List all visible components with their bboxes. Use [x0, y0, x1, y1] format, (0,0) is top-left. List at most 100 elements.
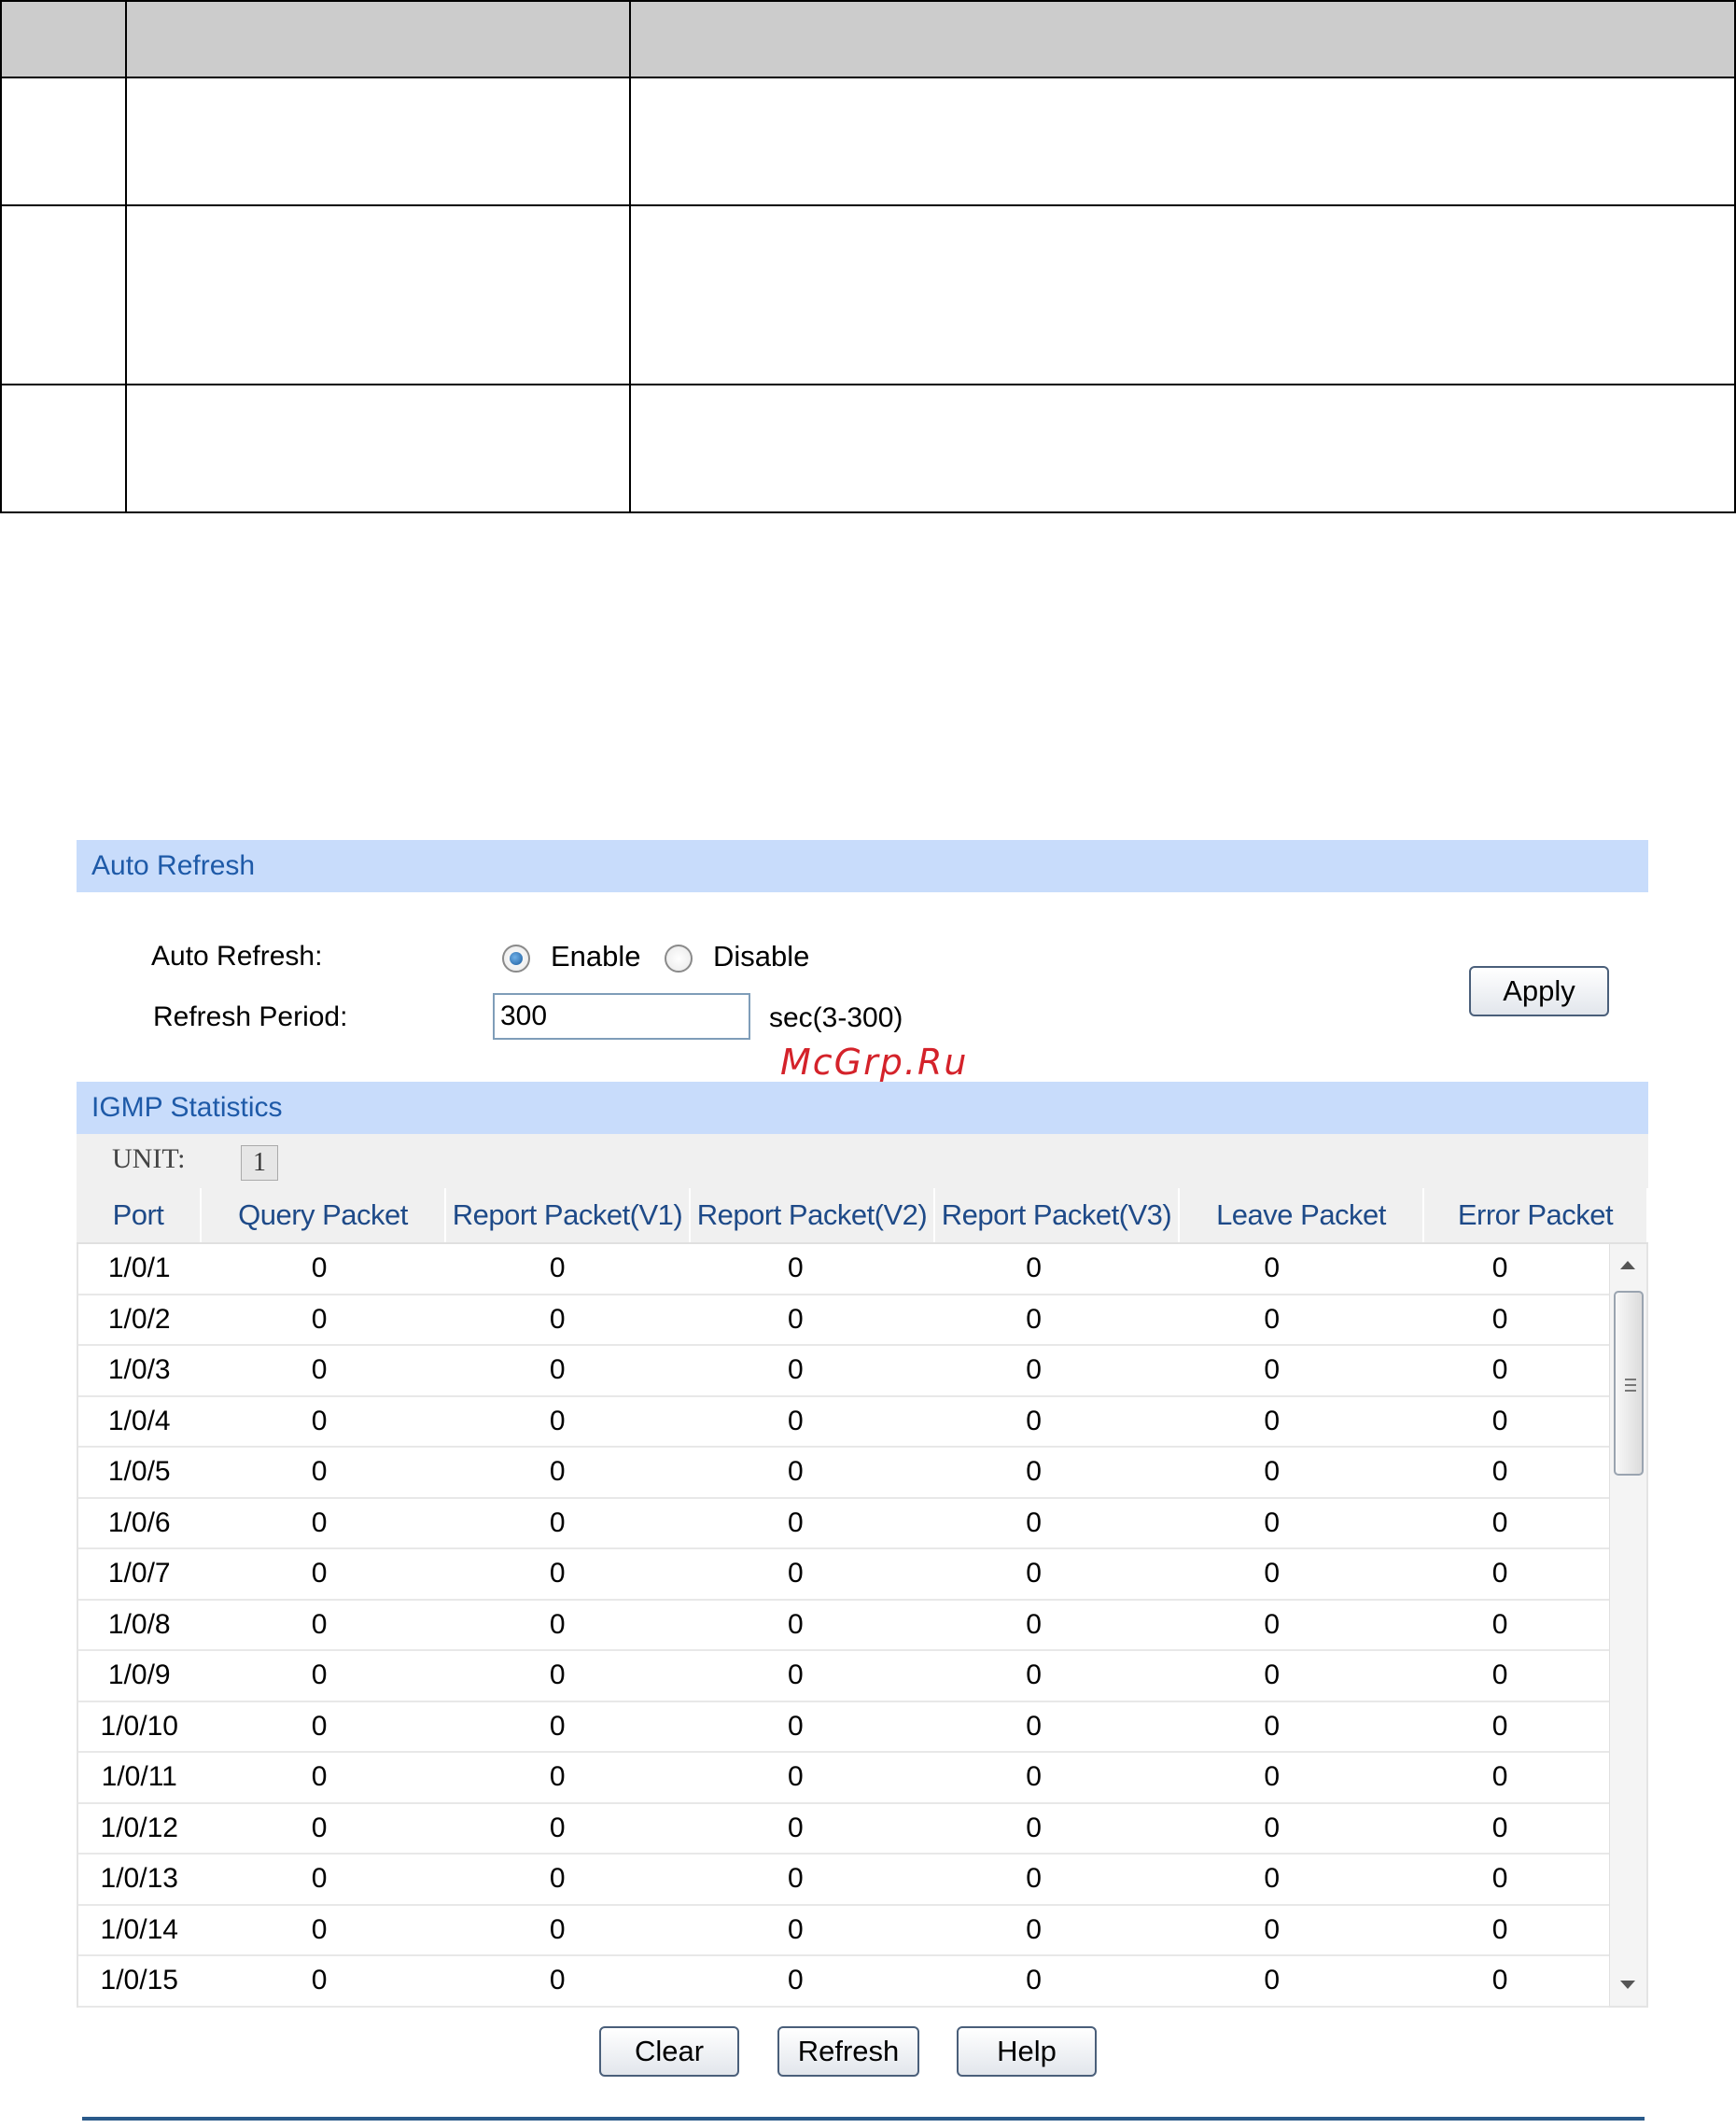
document-table-row — [0, 384, 1736, 513]
refresh-period-label: Refresh Period: — [153, 1001, 348, 1032]
scrollbar-thumb[interactable] — [1614, 1291, 1644, 1476]
count-cell: 0 — [788, 1812, 804, 1843]
table-scrollbar[interactable] — [1609, 1244, 1646, 2006]
table-row: 1/0/3 0 0 0 0 0 0 — [78, 1346, 1609, 1397]
count-cell: 0 — [1026, 1812, 1042, 1843]
count-cell: 0 — [311, 1965, 328, 1996]
count-cell: 0 — [788, 1710, 804, 1742]
document-table — [0, 0, 1736, 513]
count-cell: 0 — [1491, 1303, 1508, 1335]
count-cell: 0 — [1264, 1812, 1281, 1843]
count-cell: 0 — [1264, 1354, 1281, 1386]
count-cell: 0 — [1026, 1965, 1042, 1996]
count-cell: 0 — [549, 1303, 566, 1335]
refresh-period-input[interactable] — [493, 993, 750, 1040]
count-cell: 0 — [1264, 1913, 1281, 1945]
table-row: 1/0/8 0 0 0 0 0 0 — [78, 1601, 1609, 1651]
refresh-period-hint: sec(3-300) — [769, 1002, 903, 1033]
refresh-button[interactable]: Refresh — [777, 2026, 919, 2077]
count-cell: 0 — [311, 1253, 328, 1284]
column-header: Query Packet — [202, 1188, 446, 1242]
watermark: McGrp.Ru — [780, 1042, 969, 1083]
document-table-row — [0, 204, 1736, 385]
statistics-table-body: 1/0/1 0 0 0 0 0 0 1/0/2 0 0 0 0 0 0 1/0/3 0 0 0 0 0 0 1/0/4 0 0… — [77, 1244, 1648, 2008]
count-cell: 0 — [311, 1812, 328, 1843]
unit-1-button[interactable]: 1 — [241, 1145, 278, 1181]
port-cell: 1/0/8 — [107, 1608, 171, 1640]
port-cell: 1/0/13 — [100, 1863, 178, 1895]
column-header: Report Packet(V3) — [935, 1188, 1180, 1242]
count-cell: 0 — [1026, 1913, 1042, 1945]
clear-button[interactable]: Clear — [599, 2026, 739, 2077]
grip-icon — [1625, 1379, 1636, 1392]
igmp-statistics-section-title: IGMP Statistics — [77, 1082, 1648, 1134]
unit-selector-row: UNIT: 1 — [77, 1134, 1648, 1188]
port-cell: 1/0/2 — [107, 1303, 171, 1335]
count-cell: 0 — [1491, 1456, 1508, 1488]
port-cell: 1/0/1 — [107, 1253, 171, 1284]
table-row: 1/0/14 0 0 0 0 0 0 — [78, 1906, 1609, 1956]
disable-radio-label: Disable — [713, 940, 810, 973]
count-cell: 0 — [1491, 1965, 1508, 1996]
count-cell: 0 — [1026, 1761, 1042, 1793]
count-cell: 0 — [311, 1659, 328, 1691]
count-cell: 0 — [788, 1608, 804, 1640]
count-cell: 0 — [1264, 1506, 1281, 1538]
count-cell: 0 — [788, 1354, 804, 1386]
help-button[interactable]: Help — [957, 2026, 1097, 2077]
count-cell: 0 — [1026, 1506, 1042, 1538]
document-table-row — [0, 77, 1736, 206]
count-cell: 0 — [1491, 1354, 1508, 1386]
count-cell: 0 — [549, 1812, 566, 1843]
port-cell: 1/0/5 — [107, 1456, 171, 1488]
count-cell: 0 — [788, 1253, 804, 1284]
count-cell: 0 — [1264, 1761, 1281, 1793]
enable-radio[interactable] — [502, 945, 530, 973]
table-row: 1/0/9 0 0 0 0 0 0 — [78, 1651, 1609, 1702]
table-row: 1/0/13 0 0 0 0 0 0 — [78, 1855, 1609, 1906]
table-row: 1/0/4 0 0 0 0 0 0 — [78, 1397, 1609, 1448]
count-cell: 0 — [549, 1405, 566, 1436]
count-cell: 0 — [311, 1710, 328, 1742]
count-cell: 0 — [1491, 1608, 1508, 1640]
port-cell: 1/0/10 — [100, 1710, 178, 1742]
count-cell: 0 — [549, 1913, 566, 1945]
count-cell: 0 — [1491, 1253, 1508, 1284]
count-cell: 0 — [1026, 1558, 1042, 1589]
count-cell: 0 — [1026, 1659, 1042, 1691]
table-row: 1/0/5 0 0 0 0 0 0 — [78, 1448, 1609, 1499]
count-cell: 0 — [311, 1608, 328, 1640]
table-row: 1/0/2 0 0 0 0 0 0 — [78, 1295, 1609, 1346]
page-divider — [82, 2117, 1645, 2121]
count-cell: 0 — [1491, 1913, 1508, 1945]
auto-refresh-label: Auto Refresh: — [151, 941, 323, 972]
scroll-up-arrow-icon[interactable] — [1620, 1261, 1635, 1269]
count-cell: 0 — [1264, 1965, 1281, 1996]
disable-radio[interactable] — [665, 945, 693, 973]
count-cell: 0 — [1026, 1456, 1042, 1488]
count-cell: 0 — [788, 1863, 804, 1895]
column-header: Leave Packet — [1180, 1188, 1424, 1242]
document-table-header-row — [0, 0, 1736, 78]
apply-button[interactable]: Apply — [1469, 966, 1609, 1016]
count-cell: 0 — [1264, 1558, 1281, 1589]
unit-label: UNIT: — [112, 1143, 186, 1174]
count-cell: 0 — [549, 1965, 566, 1996]
port-cell: 1/0/7 — [107, 1558, 171, 1589]
count-cell: 0 — [1491, 1659, 1508, 1691]
count-cell: 0 — [1264, 1405, 1281, 1436]
count-cell: 0 — [1026, 1608, 1042, 1640]
count-cell: 0 — [311, 1913, 328, 1945]
auto-refresh-section-title: Auto Refresh — [77, 840, 1648, 892]
port-cell: 1/0/4 — [107, 1405, 171, 1436]
table-row: 1/0/15 0 0 0 0 0 0 — [78, 1956, 1609, 2008]
scroll-down-arrow-icon[interactable] — [1620, 1981, 1635, 1989]
count-cell: 0 — [1026, 1354, 1042, 1386]
count-cell: 0 — [788, 1405, 804, 1436]
count-cell: 0 — [1026, 1710, 1042, 1742]
count-cell: 0 — [311, 1558, 328, 1589]
enable-radio-label: Enable — [551, 940, 641, 973]
igmp-statistics-panel: Auto Refresh Auto Refresh: Enable Disabl… — [77, 840, 1648, 2097]
statistics-column-headers: Port Query Packet Report Packet(V1) Report … — [77, 1188, 1648, 1244]
count-cell: 0 — [1026, 1405, 1042, 1436]
